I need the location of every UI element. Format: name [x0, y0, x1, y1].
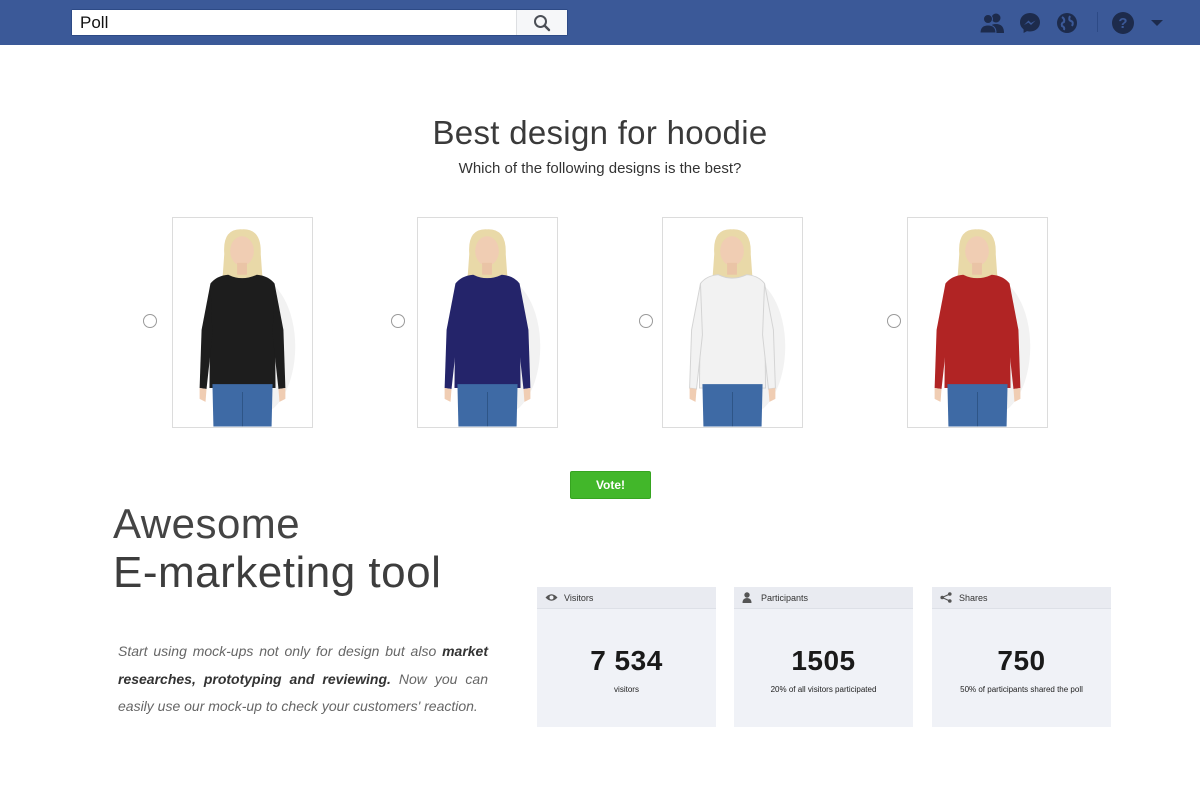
globe-icon[interactable]	[1053, 9, 1081, 37]
eye-icon	[545, 592, 559, 604]
poll-subtitle: Which of the following designs is the be…	[458, 160, 742, 177]
stat-label: Visitors	[564, 592, 594, 603]
model-illustration	[199, 229, 296, 427]
nav-divider	[1097, 12, 1098, 32]
svg-text:?: ?	[1118, 15, 1127, 32]
option-image[interactable]	[172, 217, 313, 428]
option-image[interactable]	[662, 217, 803, 428]
top-navigation-bar: ?	[0, 0, 1200, 45]
search-icon	[534, 14, 551, 31]
stat-header: Visitors	[537, 587, 716, 609]
option-radio[interactable]	[887, 314, 901, 328]
marketing-blurb: Start using mock-ups not only for design…	[118, 638, 488, 721]
model-illustration	[444, 229, 541, 427]
stat-card-participants: Participants 1505 20% of all visitors pa…	[734, 587, 913, 727]
share-icon	[940, 592, 954, 604]
stat-card-shares: Shares 750 50% of participants shared th…	[932, 587, 1111, 727]
vote-button[interactable]: Vote!	[570, 471, 651, 499]
stat-caption: visitors	[614, 685, 639, 694]
stat-value: 1505	[791, 645, 856, 676]
messenger-icon[interactable]	[1016, 9, 1044, 37]
option-image[interactable]	[907, 217, 1048, 428]
user-icon	[742, 592, 756, 604]
headline-line-2: E-marketing tool	[113, 548, 442, 597]
option-image[interactable]	[417, 217, 558, 428]
stat-caption: 50% of participants shared the poll	[960, 685, 1083, 694]
stat-caption: 20% of all visitors participated	[770, 685, 877, 694]
blurb-text-start: Start using mock-ups not only for design…	[118, 643, 443, 659]
stat-value: 750	[997, 645, 1046, 676]
stat-header: Shares	[932, 587, 1111, 609]
stat-label: Shares	[959, 592, 988, 603]
option-radio[interactable]	[639, 314, 653, 328]
option-radio[interactable]	[143, 314, 157, 328]
help-icon[interactable]: ?	[1109, 9, 1137, 37]
stat-value: 7 534	[590, 645, 663, 676]
model-illustration	[934, 229, 1031, 427]
stat-label: Participants	[761, 592, 809, 603]
headline-line-1: Awesome	[113, 500, 301, 547]
option-radio[interactable]	[391, 314, 405, 328]
search-box	[71, 9, 568, 36]
search-button[interactable]	[516, 10, 567, 35]
caret-down-icon[interactable]	[1143, 9, 1171, 37]
poll-title: Best design for hoodie	[432, 114, 768, 151]
stat-header: Participants	[734, 587, 913, 609]
stat-card-visitors: Visitors 7 534 visitors	[537, 587, 716, 727]
search-input[interactable]	[72, 10, 516, 35]
friends-icon[interactable]	[978, 9, 1006, 37]
model-illustration	[689, 229, 786, 427]
